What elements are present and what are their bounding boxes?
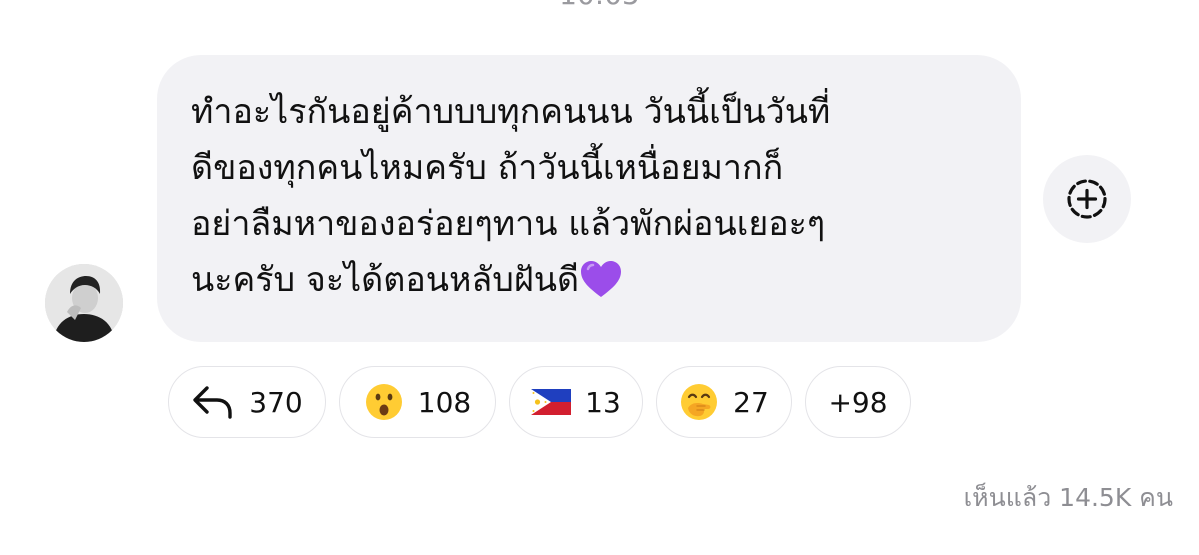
reply-arrow-icon (191, 384, 235, 420)
message-line-1: ทำอะไรกันอยู่ค้าบบบทุกคนนน วันนี้เป็นวัน… (191, 92, 831, 132)
message-bubble[interactable]: ทำอะไรกันอยู่ค้าบบบทุกคนนน วันนี้เป็นวัน… (157, 55, 1021, 342)
message-timestamp: 10:05 (0, 0, 1199, 11)
seen-count: เห็นแล้ว 14.5K คน (963, 483, 1173, 512)
more-reactions-chip[interactable]: +98 (805, 366, 911, 438)
reaction-chip-hand-over-mouth[interactable]: 27 (656, 366, 792, 438)
face-with-hand-over-mouth-icon (679, 382, 719, 422)
philippines-flag-icon (531, 389, 572, 415)
purple-heart-icon (579, 259, 623, 299)
reply-count-chip[interactable]: 370 (168, 366, 326, 438)
reaction-count-philippines: 13 (585, 385, 621, 419)
sender-avatar[interactable] (45, 264, 123, 342)
message-line-2: ดีของทุกคนไหมครับ ถ้าวันนี้เหนื่อยมากก็ (191, 148, 784, 188)
message-line-4-wrap: นะครับ จะได้ตอนหลับฝันดี (191, 252, 1001, 308)
surprised-face-icon (364, 382, 404, 422)
add-reaction-icon (1067, 179, 1107, 219)
reply-count: 370 (249, 385, 303, 419)
reaction-chip-surprised[interactable]: 108 (339, 366, 496, 438)
message-line-4: นะครับ จะได้ตอนหลับฝันดี (191, 260, 580, 300)
reaction-chip-philippines[interactable]: 13 (509, 366, 643, 438)
reaction-count-hand-over-mouth: 27 (733, 385, 769, 419)
add-reaction-button[interactable] (1043, 155, 1131, 243)
message-line-3: อย่าลืมหาของอร่อยๆทาน แล้วพักผ่อนเยอะๆ (191, 204, 826, 244)
reaction-count-surprised: 108 (417, 385, 472, 419)
avatar-photo (45, 264, 123, 342)
more-reactions-count: +98 (828, 385, 888, 419)
